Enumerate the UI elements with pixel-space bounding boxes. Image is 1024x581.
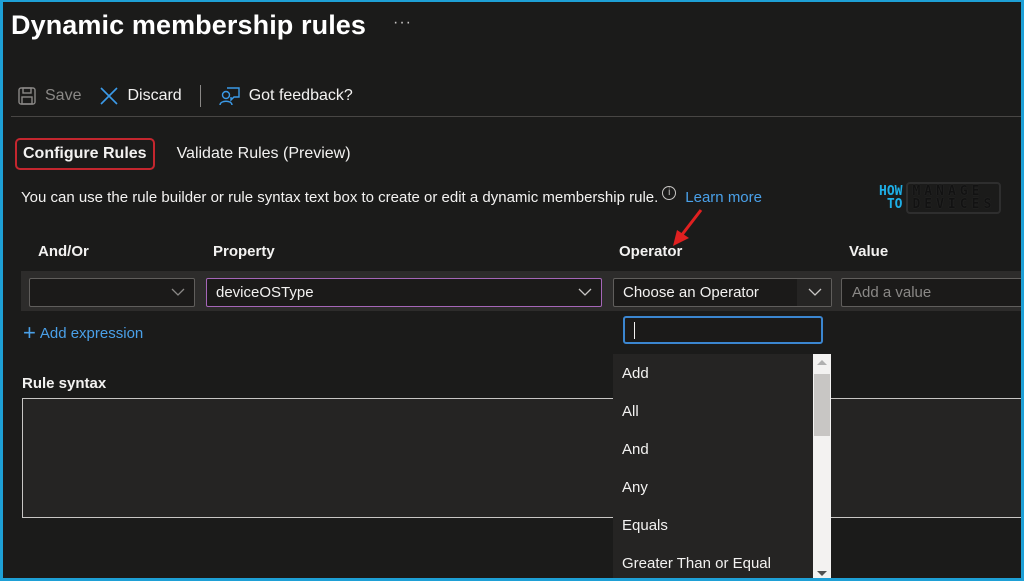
discard-label: Discard bbox=[127, 87, 182, 104]
tab-configure-rules[interactable]: Configure Rules bbox=[15, 138, 155, 170]
watermark-logo: HOW TO MANAGE DEVICES bbox=[879, 182, 1002, 214]
toolbar-divider-line bbox=[11, 116, 1021, 117]
operator-dropdown-panel: Add All And Any Equals Greater Than or E… bbox=[613, 307, 831, 578]
save-button[interactable]: Save bbox=[17, 86, 81, 106]
add-expression-label: Add expression bbox=[39, 324, 144, 342]
rule-syntax-label: Rule syntax bbox=[22, 375, 107, 392]
feedback-icon bbox=[219, 87, 240, 106]
description-text: You can use the rule builder or rule syn… bbox=[21, 189, 659, 206]
operator-list-scrollbar[interactable] bbox=[813, 354, 831, 578]
scroll-up-icon[interactable] bbox=[817, 360, 827, 365]
watermark-manage-devices: MANAGE DEVICES bbox=[906, 182, 1002, 214]
operator-option[interactable]: Any bbox=[613, 468, 813, 506]
rule-syntax-textbox[interactable] bbox=[22, 398, 1021, 518]
column-header-operator: Operator bbox=[619, 243, 683, 260]
operator-option[interactable]: Equals bbox=[613, 506, 813, 544]
discard-button[interactable]: Discard bbox=[99, 86, 182, 106]
add-expression-button[interactable]: + Add expression bbox=[23, 320, 144, 345]
description: You can use the rule builder or rule syn… bbox=[21, 185, 762, 206]
property-value: deviceOSType bbox=[216, 284, 314, 301]
save-label: Save bbox=[45, 87, 82, 104]
annotation-arrow-icon bbox=[673, 209, 703, 246]
save-icon bbox=[18, 87, 36, 105]
command-bar: Save Discard Got feedback? bbox=[17, 82, 371, 110]
watermark-how-to: HOW TO bbox=[879, 185, 902, 211]
operator-value: Choose an Operator bbox=[623, 284, 759, 301]
scrollbar-thumb[interactable] bbox=[814, 374, 830, 436]
more-options-button[interactable]: ··· bbox=[393, 14, 412, 32]
toolbar-divider bbox=[199, 85, 201, 107]
chevron-down-icon bbox=[171, 288, 185, 296]
close-icon bbox=[100, 87, 119, 105]
feedback-label: Got feedback? bbox=[248, 87, 353, 104]
feedback-button[interactable]: Got feedback? bbox=[219, 86, 353, 106]
plus-icon: + bbox=[23, 320, 36, 345]
tab-validate-rules[interactable]: Validate Rules (Preview) bbox=[171, 140, 357, 168]
watermark-devices: DEVICES bbox=[912, 197, 996, 212]
operator-option[interactable]: Add bbox=[613, 354, 813, 392]
operator-search-input[interactable] bbox=[623, 316, 823, 344]
watermark-to: TO bbox=[886, 197, 903, 212]
tab-list: Configure Rules Validate Rules (Preview) bbox=[15, 138, 373, 170]
operator-option[interactable]: All bbox=[613, 392, 813, 430]
and-or-dropdown[interactable] bbox=[29, 278, 195, 307]
chevron-down-icon bbox=[808, 288, 822, 296]
value-input[interactable]: Add a value bbox=[841, 278, 1021, 307]
text-caret bbox=[634, 322, 635, 339]
chevron-down-icon bbox=[578, 288, 592, 296]
column-header-property: Property bbox=[213, 243, 275, 260]
column-header-value: Value bbox=[849, 243, 889, 260]
page-title: Dynamic membership rules bbox=[11, 10, 367, 40]
info-icon[interactable]: i bbox=[662, 185, 677, 200]
operator-options-list: Add All And Any Equals Greater Than or E… bbox=[613, 354, 831, 578]
scroll-down-icon[interactable] bbox=[817, 571, 827, 576]
column-header-and-or: And/Or bbox=[38, 243, 89, 260]
operator-option[interactable]: Greater Than or Equal bbox=[613, 544, 813, 578]
window-frame: Dynamic membership rules ··· Save Discar… bbox=[0, 0, 1024, 581]
learn-more-link[interactable]: Learn more bbox=[685, 189, 762, 206]
operator-dropdown[interactable]: Choose an Operator bbox=[613, 278, 832, 307]
property-dropdown[interactable]: deviceOSType bbox=[206, 278, 602, 307]
operator-option[interactable]: And bbox=[613, 430, 813, 468]
